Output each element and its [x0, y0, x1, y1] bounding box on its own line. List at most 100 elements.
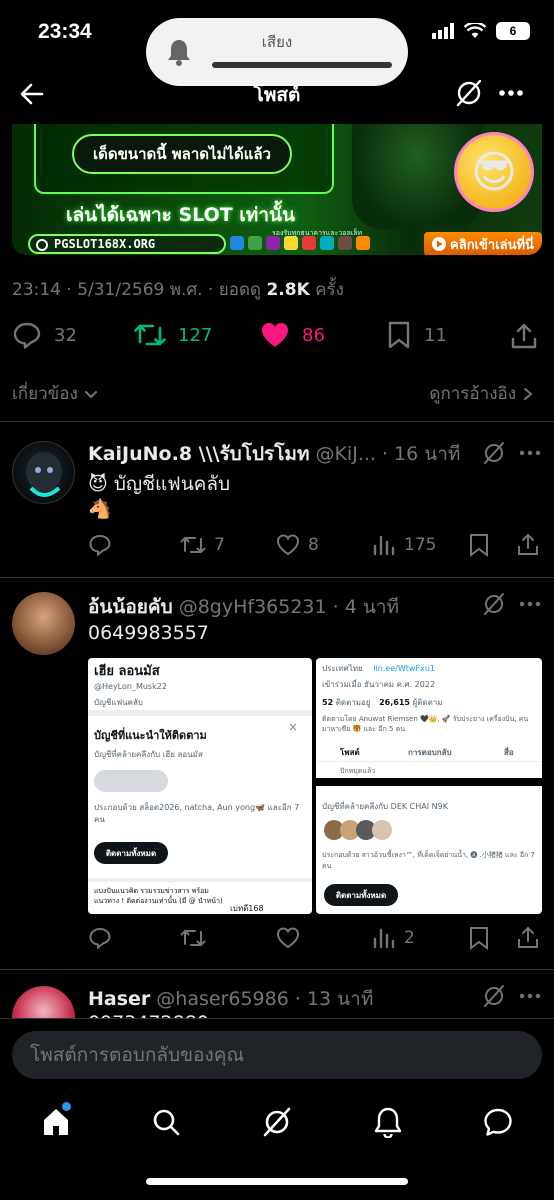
tab-messages[interactable] [482, 1106, 514, 1142]
bookmark-icon[interactable] [468, 533, 490, 557]
view-count: 2.8K [266, 280, 310, 300]
reply-actions: 2 [88, 926, 540, 956]
related-row: เกี่ยวข้อง ดูการอ้างอิง [0, 362, 554, 422]
bookmark-count: 11 [424, 324, 447, 346]
bookmark-icon [388, 321, 410, 349]
repost-button[interactable]: 7 [180, 533, 225, 557]
bookmark-icon[interactable] [468, 926, 490, 950]
shot-counts: 52 ติดตามอยู่ 26,615 ผู้ติดตาม [322, 698, 443, 707]
display-name[interactable]: อ้นน้อยคับ [88, 592, 173, 622]
attached-image-left[interactable]: เฮีย ลอนมัส @HeyLon_Musk22 บัญชีแฟนคลับ … [88, 658, 312, 914]
shot-divider [316, 778, 542, 786]
grok-icon[interactable] [482, 441, 506, 465]
post-image-banner[interactable]: เด็ดขนาดนี้ พลาดไม่ได้แล้ว 😎 เล่นได้เฉพา… [12, 124, 542, 255]
shot-footer-tag: เบทดี168 [230, 904, 264, 913]
shot-location: ประเทศไทย lin.ee/WtwFxu1 [322, 664, 435, 673]
close-icon: × [287, 720, 298, 734]
reply-button[interactable] [88, 926, 112, 950]
more-icon[interactable] [518, 592, 542, 616]
like-button[interactable] [276, 926, 300, 950]
sound-label: เสียง [261, 33, 293, 51]
views-button[interactable]: 2 [372, 926, 415, 950]
shot-suggest-members: ประกอบด้วย สาวอ้วนชี้เหงา™, ที่เด็ดเจ็ดย… [322, 851, 535, 870]
shot-footer: แบงปันแนวคิด รวมรวมข่าวสาร พร้อมแนวทาง !… [88, 878, 312, 914]
reply-item[interactable]: อ้นน้อยคับ @8gyHf365231 · 4 นาที 0649983… [0, 578, 554, 970]
shot-suggest-card: บัญชีที่แนะนำให้ติดตาม × บัญชีที่คล้ายคล… [88, 710, 312, 914]
like-button[interactable]: 8 [276, 533, 319, 557]
reply-button[interactable]: 32 [12, 320, 77, 350]
banner-slogan: เล่นได้เฉพาะ SLOT เท่านั้น [66, 204, 295, 226]
repost-button[interactable] [180, 926, 206, 950]
share-icon[interactable] [510, 322, 538, 350]
blurred-avatars [94, 770, 168, 792]
status-icons: 6 [432, 22, 530, 40]
view-quotes-link[interactable]: ดูการอ้างอิง [429, 380, 534, 407]
bank-logos [230, 236, 370, 250]
views-chart-icon [373, 928, 395, 949]
like-button[interactable]: 86 [260, 320, 325, 350]
shot-pinned: ปักหมุดแล้ว [340, 767, 376, 775]
reply-text-line1: 0649983557 [88, 622, 209, 644]
reply-header: อ้นน้อยคับ @8gyHf365231 · 4 นาที [88, 592, 488, 622]
shot-follow-all-button: ติดตามทั้งหมด [324, 884, 398, 906]
more-icon[interactable] [496, 78, 526, 108]
avatar[interactable] [12, 441, 75, 504]
heart-icon [276, 927, 300, 949]
view-unit: ครั้ง [315, 280, 344, 300]
notification-dot [62, 1102, 71, 1111]
handle-time: @8gyHf365231 · 4 นาที [178, 596, 400, 618]
battery-icon: 6 [496, 22, 530, 40]
attached-image-right[interactable]: ประเทศไทย lin.ee/WtwFxu1 เข้าร่วมเมื่อ ธ… [316, 658, 542, 914]
share-icon[interactable] [516, 533, 540, 557]
views-button[interactable]: 175 [372, 533, 436, 557]
tab-notifications[interactable] [372, 1106, 404, 1142]
view-count: 175 [404, 535, 437, 555]
reply-button[interactable] [88, 533, 112, 557]
sunglasses-emoji-icon: 😎 [454, 132, 534, 212]
grok-icon[interactable] [482, 592, 506, 616]
banner-url: PGSLOT168X.ORG [28, 234, 226, 254]
reply-text-line2: 🐴 [88, 498, 112, 520]
tab-search[interactable] [150, 1106, 182, 1142]
chevron-down-icon [84, 390, 97, 398]
shot-profile-badge: บัญชีแฟนคลับ [94, 698, 143, 707]
grok-icon[interactable] [482, 984, 506, 1008]
bell-icon [374, 1107, 402, 1139]
more-icon[interactable] [518, 441, 542, 465]
shot-followed-by: ติดตามโดย Anuwat Riemsen 🖤👑, 🚀 รับประยาง… [322, 715, 529, 733]
repost-button[interactable]: 127 [134, 320, 212, 350]
related-sort-dropdown[interactable]: เกี่ยวข้อง [12, 380, 98, 407]
reply-count: 32 [54, 324, 77, 346]
repost-icon [180, 929, 206, 947]
grok-icon[interactable] [454, 78, 484, 108]
display-name[interactable]: Haser [88, 988, 150, 1010]
message-icon [484, 1108, 512, 1136]
heart-filled-icon [262, 323, 288, 347]
shot-footer-text: แบงปันแนวคิด รวมรวมข่าวสาร พร้อมแนวทาง !… [94, 887, 223, 905]
tab-grok[interactable] [261, 1106, 293, 1142]
reply-item[interactable]: KaiJuNo.8 \\\รับโปรโมท @KiJ... · 16 นาที… [0, 423, 554, 578]
wifi-icon [464, 23, 486, 38]
banner-cta-label: คลิกเข้าเล่นที่นี่ [450, 237, 534, 253]
shot-suggest-subheading: บัญชีที่คล้ายคลึงกับ เฮีย ลอนมัส [94, 750, 203, 759]
chevron-right-icon [524, 387, 533, 400]
status-time: 23:34 [38, 20, 92, 43]
repost-icon [180, 536, 206, 554]
reply-icon [89, 534, 111, 557]
more-icon[interactable] [518, 984, 542, 1008]
avatar[interactable] [12, 592, 75, 655]
reply-text-line1: 😈 บัญชีแฟนคลับ [88, 473, 231, 495]
avatar[interactable] [12, 986, 75, 1018]
reply-actions: 7 8 175 [88, 533, 540, 563]
like-count: 8 [308, 535, 319, 555]
share-icon[interactable] [516, 926, 540, 950]
search-icon [153, 1109, 180, 1136]
related-label: เกี่ยวข้อง [12, 384, 78, 404]
tab-home[interactable] [40, 1102, 72, 1142]
display-name[interactable]: KaiJuNo.8 \\\รับโปรโมท [88, 439, 309, 469]
reply-input[interactable]: โพสต์การตอบกลับของคุณ [12, 1031, 542, 1079]
bookmark-button[interactable]: 11 [386, 320, 447, 350]
like-count: 86 [302, 324, 325, 346]
shot-suggest-members: ประกอบด้วย สล็อต2026, natcha, Aun yong🦋 … [94, 803, 300, 824]
reply-item[interactable]: Haser @haser65986 · 13 นาที 0973472880 [0, 970, 554, 1018]
